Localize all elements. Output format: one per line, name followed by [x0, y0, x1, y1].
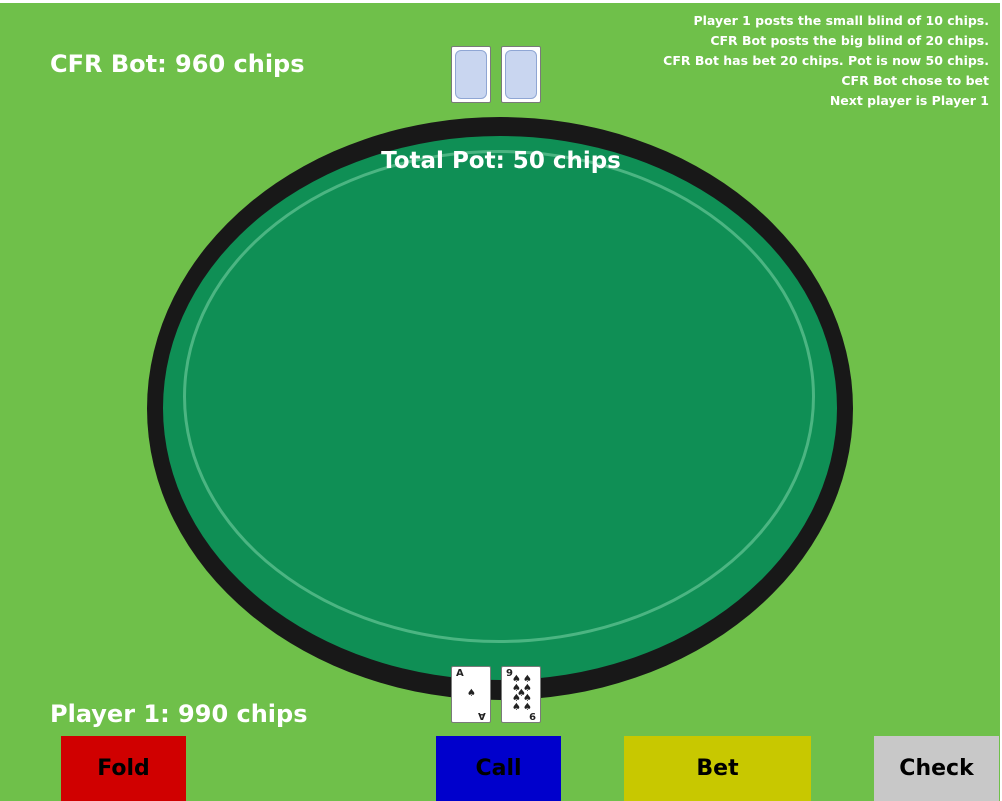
poker-table-betting-line [183, 150, 815, 643]
top-border [0, 0, 1002, 3]
log-line: CFR Bot chose to bet [841, 73, 989, 88]
total-pot: Total Pot: 50 chips [381, 148, 621, 174]
action-log: Player 1 posts the small blind of 10 chi… [469, 11, 989, 111]
card-rank: A [456, 668, 464, 679]
player-chip-count: Player 1: 990 chips [50, 700, 308, 728]
card-back-pattern [455, 50, 487, 99]
log-line: CFR Bot has bet 20 chips. Pot is now 50 … [663, 53, 989, 68]
call-button[interactable]: Call [436, 736, 561, 801]
bet-button[interactable]: Bet [624, 736, 811, 801]
log-line: Next player is Player 1 [829, 93, 989, 108]
card-back-pattern [505, 50, 537, 99]
spade-icon: ♠ [512, 702, 521, 713]
fold-button[interactable]: Fold [61, 736, 186, 801]
player-card-ace-spades: A ♠ A [451, 666, 491, 723]
card-rank: 9 [529, 710, 536, 721]
log-line: Player 1 posts the small blind of 10 chi… [693, 13, 989, 28]
bot-chip-count: CFR Bot: 960 chips [50, 50, 305, 78]
card-rank: A [478, 710, 486, 721]
bot-card-back [501, 46, 541, 103]
check-button[interactable]: Check [874, 736, 999, 801]
player-card-nine-spades: 9 ♠ ♠ ♠ ♠ ♠ ♠ ♠ ♠ ♠ 9 [501, 666, 541, 723]
log-line: CFR Bot posts the big blind of 20 chips. [710, 33, 989, 48]
bot-card-back [451, 46, 491, 103]
spade-icon: ♠ [467, 688, 476, 699]
